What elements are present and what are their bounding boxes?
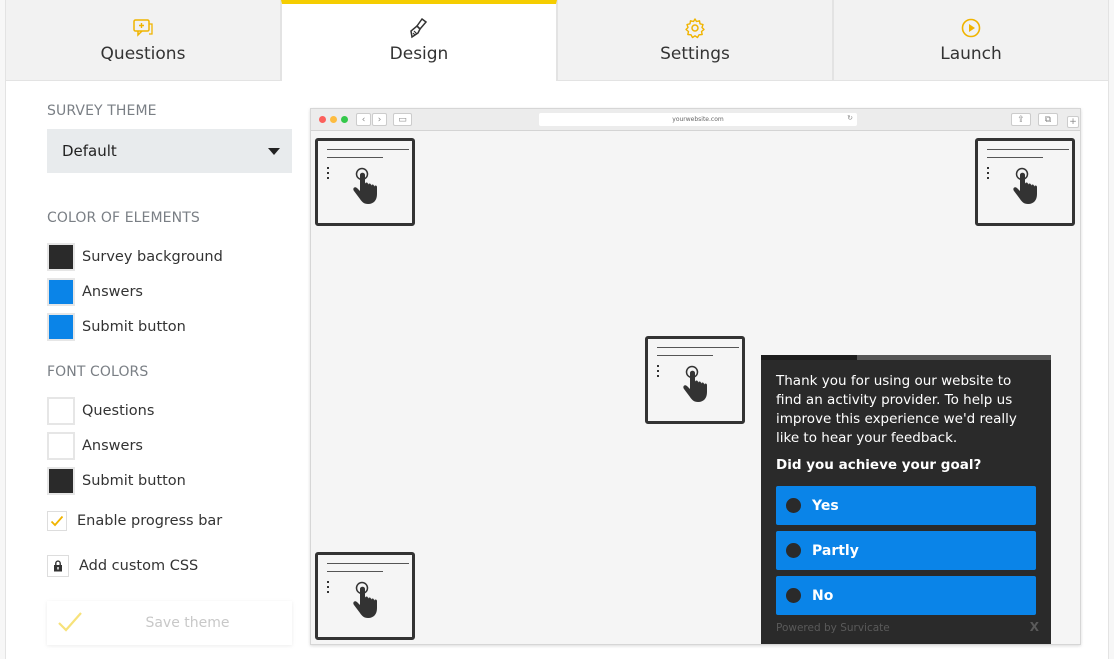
color-label: Questions: [82, 403, 155, 419]
color-label: Answers: [82, 438, 143, 454]
color-swatch[interactable]: [47, 243, 75, 271]
pointer-hand-icon: [353, 167, 377, 204]
reload-icon: ↻: [847, 114, 853, 122]
font-color-row-answers[interactable]: Answers: [47, 431, 143, 461]
minimize-window-icon: [330, 116, 337, 123]
save-theme-label: Save theme: [145, 615, 230, 631]
font-color-row-questions[interactable]: Questions: [47, 396, 154, 426]
design-panel: SURVEY THEME Default COLOR OF ELEMENTS S…: [5, 81, 1109, 659]
share-icon: ⇪: [1011, 113, 1031, 126]
tab-settings[interactable]: Settings: [557, 0, 833, 81]
font-color-row-submit-button[interactable]: Submit button: [47, 466, 186, 496]
color-row-survey-background[interactable]: Survey background: [47, 242, 223, 272]
answer-label: Yes: [812, 497, 839, 514]
answer-label: Partly: [812, 542, 859, 559]
survey-question: Did you achieve your goal?: [776, 457, 982, 473]
close-window-icon: [319, 116, 326, 123]
custom-css-toggle[interactable]: Add custom CSS: [47, 555, 198, 577]
color-swatch[interactable]: [47, 467, 75, 495]
progress-bar-label: Enable progress bar: [77, 513, 223, 529]
answer-option-no[interactable]: No: [776, 576, 1036, 615]
questions-icon: [132, 17, 154, 39]
radio-icon: [786, 498, 801, 513]
progress-bar-toggle[interactable]: Enable progress bar: [47, 511, 222, 531]
browser-toolbar: ‹ › ▭ yourwebsite.com ↻ ⇪ ⧉ +: [311, 109, 1080, 131]
answer-label: No: [812, 587, 834, 604]
powered-by-text: Powered by Survicate: [776, 622, 890, 634]
tab-launch-label: Launch: [940, 44, 1002, 64]
sidebar-icon: ▭: [393, 113, 412, 126]
save-theme-button[interactable]: Save theme: [47, 601, 292, 645]
theme-select[interactable]: Default: [47, 129, 292, 173]
tab-design[interactable]: Design: [281, 0, 557, 81]
color-label: Survey background: [82, 249, 223, 265]
radio-icon: [786, 588, 801, 603]
color-label: Submit button: [82, 473, 186, 489]
url-text: yourwebsite.com: [672, 116, 724, 123]
play-icon: [960, 17, 982, 39]
lock-icon: [47, 555, 69, 577]
color-swatch[interactable]: [47, 397, 75, 425]
color-label: Answers: [82, 284, 143, 300]
pointer-hand-icon: [353, 581, 377, 618]
checkmark-icon: [50, 515, 64, 527]
color-swatch[interactable]: [47, 313, 75, 341]
progress-fill: [761, 355, 857, 360]
progress-bar: [761, 355, 1051, 360]
survey-intro-text: Thank you for using our website to find …: [776, 373, 1017, 446]
forward-icon: ›: [372, 113, 387, 126]
survey-theme-title: SURVEY THEME: [47, 103, 157, 119]
color-label: Submit button: [82, 319, 186, 335]
radio-icon: [786, 543, 801, 558]
color-swatch[interactable]: [47, 278, 75, 306]
answer-option-yes[interactable]: Yes: [776, 486, 1036, 525]
tab-questions-label: Questions: [100, 44, 186, 64]
custom-css-label: Add custom CSS: [79, 558, 199, 574]
progress-bar-checkbox[interactable]: [47, 511, 67, 531]
tabs-icon: ⧉: [1038, 113, 1058, 126]
tab-bar: Questions Design Settings Launch: [5, 0, 1109, 81]
close-survey-button[interactable]: X: [1030, 620, 1039, 634]
brush-icon: [408, 17, 430, 39]
pointer-hand-icon: [1013, 167, 1037, 204]
new-tab-icon: +: [1067, 116, 1079, 128]
tab-questions[interactable]: Questions: [5, 0, 281, 81]
answer-option-partly[interactable]: Partly: [776, 531, 1036, 570]
theme-select-value: Default: [62, 142, 117, 160]
color-swatch[interactable]: [47, 432, 75, 460]
tab-launch[interactable]: Launch: [833, 0, 1109, 81]
tab-settings-label: Settings: [660, 44, 730, 64]
position-center[interactable]: [645, 336, 745, 424]
color-row-answers[interactable]: Answers: [47, 277, 143, 307]
back-icon: ‹: [356, 113, 371, 126]
font-colors-title: FONT COLORS: [47, 364, 149, 380]
position-top-left[interactable]: [315, 138, 415, 226]
maximize-window-icon: [341, 116, 348, 123]
color-row-submit-button[interactable]: Submit button: [47, 312, 186, 342]
survey-widget: Thank you for using our website to find …: [761, 355, 1051, 644]
checkmark-icon: [58, 612, 82, 632]
tab-design-label: Design: [389, 44, 449, 64]
url-bar: yourwebsite.com ↻: [539, 113, 857, 126]
pointer-hand-icon: [683, 365, 707, 402]
preview-browser: ‹ › ▭ yourwebsite.com ↻ ⇪ ⧉ + Thank you …: [310, 108, 1081, 645]
gear-icon: [684, 17, 706, 39]
element-colors-title: COLOR OF ELEMENTS: [47, 210, 200, 226]
position-top-right[interactable]: [975, 138, 1075, 226]
chevron-down-icon: [268, 148, 280, 155]
position-bottom-left[interactable]: [315, 552, 415, 640]
